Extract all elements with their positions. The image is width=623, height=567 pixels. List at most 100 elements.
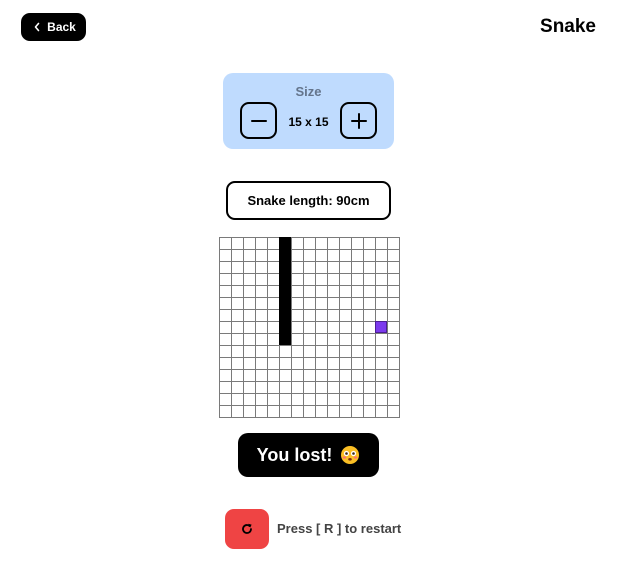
chevron-left-icon [34, 22, 40, 32]
board-cell [327, 297, 339, 309]
board-cell [219, 369, 231, 381]
board-cell [375, 357, 387, 369]
plus-icon [350, 112, 367, 129]
board-cell [231, 285, 243, 297]
board-cell [363, 249, 375, 261]
board-cell [375, 369, 387, 381]
board-cell [315, 393, 327, 405]
board-cell [243, 249, 255, 261]
restart-button[interactable] [225, 509, 269, 549]
board-cell [387, 333, 399, 345]
board-cell [267, 273, 279, 285]
board-cell [243, 333, 255, 345]
board-cell [387, 237, 399, 249]
board-cell [303, 273, 315, 285]
game-board [219, 237, 400, 418]
board-cell [291, 321, 303, 333]
board-cell [303, 285, 315, 297]
board-cell [219, 249, 231, 261]
restart-icon [242, 523, 252, 534]
board-cell [327, 285, 339, 297]
board-cell [327, 273, 339, 285]
board-cell [291, 261, 303, 273]
board-cell [255, 309, 267, 321]
board-cell [219, 393, 231, 405]
board-cell [267, 261, 279, 273]
board-cell [243, 237, 255, 249]
board-cell [363, 261, 375, 273]
board-cell [219, 405, 231, 417]
back-label: Back [47, 20, 76, 34]
board-cell [387, 297, 399, 309]
board-cell [315, 333, 327, 345]
board-cell [291, 297, 303, 309]
board-cell [231, 321, 243, 333]
board-cell [375, 345, 387, 357]
board-cell [315, 261, 327, 273]
board-cell [243, 273, 255, 285]
board-cell [243, 261, 255, 273]
back-button[interactable]: Back [21, 13, 86, 41]
board-cell [375, 381, 387, 393]
board-cell [219, 309, 231, 321]
board-cell [243, 297, 255, 309]
board-cell [351, 405, 363, 417]
board-cell [327, 381, 339, 393]
board-cell [243, 321, 255, 333]
board-cell [387, 405, 399, 417]
board-cell [219, 321, 231, 333]
board-cell [255, 237, 267, 249]
board-cell [291, 237, 303, 249]
board-cell [363, 237, 375, 249]
board-cell [315, 249, 327, 261]
flushed-face-icon [341, 446, 360, 464]
board-cell [327, 237, 339, 249]
board-cell [255, 369, 267, 381]
board-cell [351, 273, 363, 285]
board-cell [351, 237, 363, 249]
board-cell [219, 261, 231, 273]
board-cell [231, 261, 243, 273]
board-cell [375, 237, 387, 249]
board-cell [363, 381, 375, 393]
board-cell [255, 249, 267, 261]
board-cell [303, 297, 315, 309]
board-cell [339, 237, 351, 249]
board-cell [267, 345, 279, 357]
snake-length-badge: Snake length: 90cm [226, 181, 391, 220]
board-cell [219, 297, 231, 309]
board-cell [303, 309, 315, 321]
board-cell [351, 393, 363, 405]
board-cell [219, 285, 231, 297]
board-cell [291, 357, 303, 369]
increase-size-button[interactable] [340, 102, 377, 139]
board-cell [375, 405, 387, 417]
snake-segment [279, 333, 291, 345]
board-cell [267, 297, 279, 309]
board-cell [387, 261, 399, 273]
board-cell [387, 357, 399, 369]
snake-segment [279, 285, 291, 297]
board-cell [387, 249, 399, 261]
board-cell [363, 273, 375, 285]
board-cell [279, 345, 291, 357]
board-cell [363, 321, 375, 333]
restart-hint: Press [ R ] to restart [277, 521, 402, 536]
board-cell [375, 393, 387, 405]
board-cell [231, 249, 243, 261]
board-cell [255, 357, 267, 369]
board-cell [291, 249, 303, 261]
board-cell [315, 405, 327, 417]
board-cell [339, 405, 351, 417]
board-cell [387, 369, 399, 381]
board-cell [339, 381, 351, 393]
board-cell [231, 345, 243, 357]
board-cell [327, 309, 339, 321]
board-cell [375, 297, 387, 309]
board-cell [315, 381, 327, 393]
page-title: Snake [540, 16, 596, 37]
size-label: Size [295, 84, 322, 99]
board-cell [291, 405, 303, 417]
board-cell [315, 345, 327, 357]
board-cell [303, 345, 315, 357]
